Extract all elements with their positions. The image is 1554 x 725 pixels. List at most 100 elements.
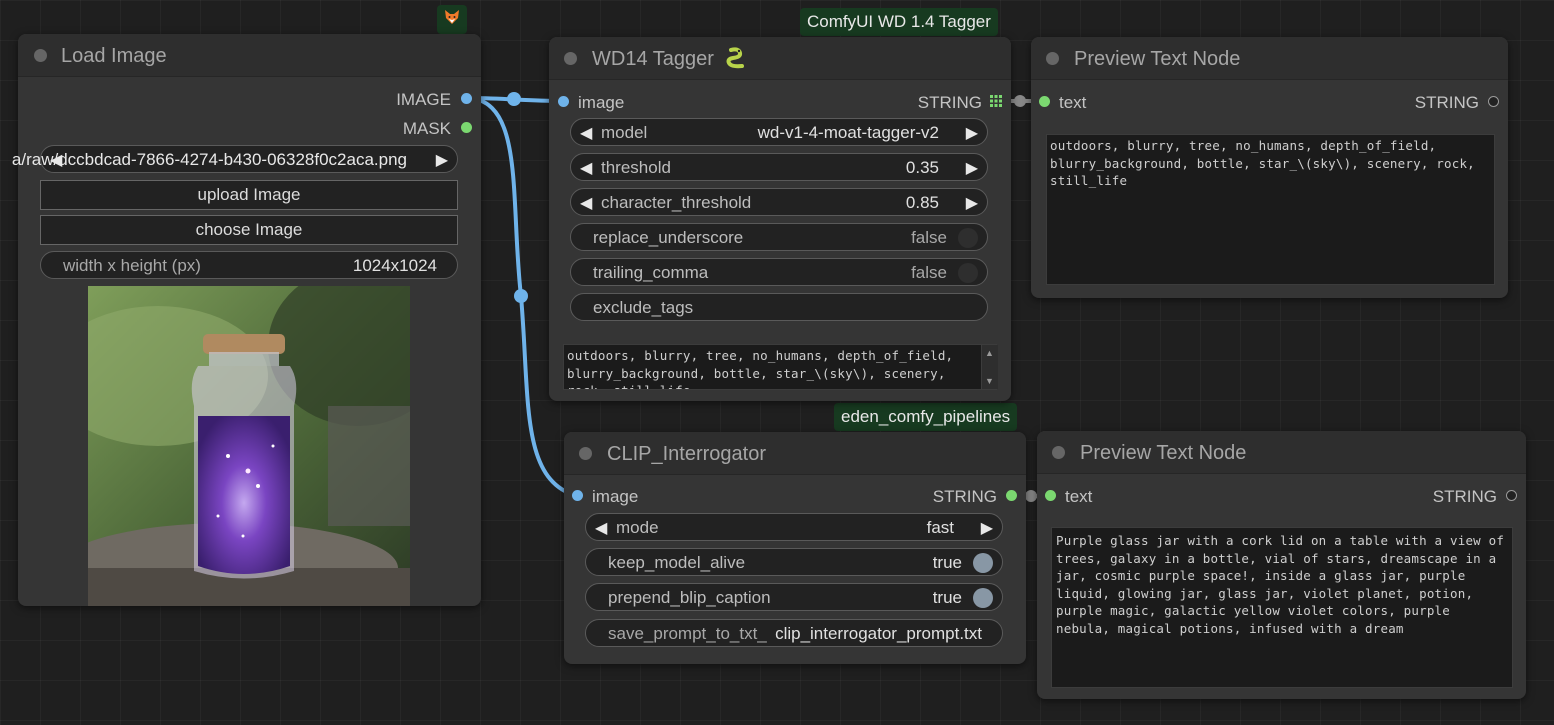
input-image-label: image <box>578 93 625 112</box>
scroll-down-icon[interactable]: ▼ <box>985 376 994 386</box>
input-image-slot[interactable] <box>558 96 569 107</box>
input-image-label: image <box>592 487 639 506</box>
image-preview <box>88 286 410 606</box>
clip-interrogator-node[interactable]: CLIP_Interrogator image STRING ◀ mode fa… <box>564 432 1026 664</box>
arrow-right-icon[interactable]: ▶ <box>966 123 978 143</box>
node-title: Preview Text Node <box>1074 48 1241 70</box>
choose-image-button[interactable]: choose Image <box>40 215 458 245</box>
input-text-slot[interactable] <box>1045 490 1056 501</box>
preview-text-node-2[interactable]: Preview Text Node text STRING Purple gla… <box>1037 431 1526 699</box>
collapse-dot[interactable] <box>1046 52 1059 65</box>
link-midpoint <box>507 92 521 106</box>
input-text-slot[interactable] <box>1039 96 1050 107</box>
node-title-bar[interactable]: Load Image <box>18 34 481 77</box>
character-threshold-number[interactable]: ◀ character_threshold 0.85 ▶ <box>570 188 988 216</box>
image-filename: a/raw/dccbdcad-7866-4274-b430-06328f0c2a… <box>11 150 407 169</box>
threshold-value: 0.35 <box>905 158 939 177</box>
tags-output-text[interactable]: outdoors, blurry, tree, no_humans, depth… <box>563 344 997 390</box>
image-file-combo[interactable]: ◀ a/raw/dccbdcad-7866-4274-b430-06328f0c… <box>12 145 458 173</box>
trailing-comma-value: false <box>911 263 947 282</box>
preview-text-node-1[interactable]: Preview Text Node text STRING outdoors, … <box>1031 37 1508 298</box>
tags-scrollbar[interactable]: ▲ ▼ <box>981 345 998 389</box>
threshold-number[interactable]: ◀ threshold 0.35 ▶ <box>570 153 988 181</box>
output-string-slot[interactable] <box>1488 96 1499 107</box>
collapse-dot[interactable] <box>564 52 577 65</box>
mode-value: fast <box>926 518 954 537</box>
toggle-knob[interactable] <box>958 263 978 283</box>
grid-slot-icon[interactable] <box>990 95 1002 107</box>
model-value: wd-v1-4-moat-tagger-v2 <box>757 123 939 142</box>
prepend-blip-caption-label: prepend_blip_caption <box>608 588 771 607</box>
collapse-dot[interactable] <box>34 49 47 62</box>
save-prompt-value: clip_interrogator_prompt.txt <box>775 624 982 643</box>
scroll-up-icon[interactable]: ▲ <box>985 348 994 358</box>
arrow-right-icon[interactable]: ▶ <box>981 518 993 538</box>
link-midpoint <box>1025 490 1037 502</box>
node-title: Preview Text Node <box>1080 442 1247 464</box>
keep-model-alive-value: true <box>932 553 962 572</box>
node-title-bar[interactable]: WD14 Tagger <box>549 37 1011 80</box>
link-midpoint <box>1014 95 1026 107</box>
output-string-label: STRING <box>1432 487 1497 506</box>
fox-icon <box>445 10 459 24</box>
arrow-right-icon[interactable]: ▶ <box>966 193 978 213</box>
replace-underscore-toggle[interactable]: replace_underscore false <box>570 223 988 251</box>
save-prompt-label: save_prompt_to_txt_ <box>608 624 767 643</box>
replace-underscore-value: false <box>911 228 947 247</box>
input-image-slot[interactable] <box>572 490 583 501</box>
trailing-comma-label: trailing_comma <box>593 263 709 282</box>
output-string-slot[interactable] <box>1506 490 1517 501</box>
toggle-knob[interactable] <box>973 553 993 573</box>
exclude-tags-field[interactable]: exclude_tags <box>570 293 988 321</box>
arrow-left-icon[interactable]: ◀ <box>580 123 592 143</box>
preview-text-area[interactable]: Purple glass jar with a cork lid on a ta… <box>1051 527 1513 688</box>
arrow-left-icon[interactable]: ◀ <box>595 518 607 538</box>
output-string-label: STRING <box>1414 93 1479 112</box>
character-threshold-label: character_threshold <box>601 193 752 212</box>
fox-badge <box>437 5 467 34</box>
node-title: Load Image <box>61 45 167 67</box>
keep-model-alive-label: keep_model_alive <box>608 553 746 572</box>
trailing-comma-toggle[interactable]: trailing_comma false <box>570 258 988 286</box>
arrow-left-icon[interactable]: ◀ <box>580 193 592 213</box>
upload-image-button[interactable]: upload Image <box>40 180 458 210</box>
collapse-dot[interactable] <box>1052 446 1065 459</box>
load-image-node[interactable]: Load Image IMAGE MASK ◀ a/raw/dccbdcad-7… <box>12 34 481 606</box>
node-title-bar[interactable]: Preview Text Node <box>1031 37 1508 80</box>
character-threshold-value: 0.85 <box>905 193 939 212</box>
snake-icon <box>726 47 744 69</box>
output-image-label: IMAGE <box>396 90 451 109</box>
prepend-blip-caption-value: true <box>932 588 962 607</box>
output-image-slot[interactable] <box>461 93 472 104</box>
replace-underscore-label: replace_underscore <box>593 228 744 247</box>
prepend-blip-caption-toggle[interactable]: prepend_blip_caption true <box>585 583 1003 611</box>
toggle-knob[interactable] <box>958 228 978 248</box>
mode-combo[interactable]: ◀ mode fast ▶ <box>585 513 1003 541</box>
node-title: WD14 Tagger <box>592 48 714 70</box>
output-mask-slot[interactable] <box>461 122 472 133</box>
mode-label: mode <box>616 518 659 537</box>
collapse-dot[interactable] <box>579 447 592 460</box>
keep-model-alive-toggle[interactable]: keep_model_alive true <box>585 548 1003 576</box>
node-title-bar[interactable]: Preview Text Node <box>1037 431 1526 474</box>
arrow-right-icon[interactable]: ▶ <box>966 158 978 178</box>
arrow-left-icon[interactable]: ◀ <box>580 158 592 178</box>
node-title-bar[interactable]: CLIP_Interrogator <box>564 432 1026 475</box>
input-text-label: text <box>1059 93 1087 112</box>
preview-text-area[interactable]: outdoors, blurry, tree, no_humans, depth… <box>1046 134 1495 285</box>
input-text-label: text <box>1065 487 1093 506</box>
model-label: model <box>601 123 648 142</box>
wd-tagger-badge: ComfyUI WD 1.4 Tagger <box>800 8 998 36</box>
exclude-tags-label: exclude_tags <box>593 298 694 317</box>
wd14-tagger-node[interactable]: WD14 Tagger image STRING ◀ model wd-v1-4… <box>549 37 1011 401</box>
arrow-right-icon[interactable]: ▶ <box>436 150 448 170</box>
size-label: width x height (px) <box>63 256 201 275</box>
output-string-label: STRING <box>917 93 982 112</box>
size-display: width x height (px) 1024x1024 <box>40 251 458 279</box>
output-string-slot[interactable] <box>1006 490 1017 501</box>
threshold-label: threshold <box>601 158 671 177</box>
save-prompt-field[interactable]: save_prompt_to_txt_ clip_interrogator_pr… <box>585 619 1003 647</box>
size-value: 1024x1024 <box>352 256 437 275</box>
toggle-knob[interactable] <box>973 588 993 608</box>
model-combo[interactable]: ◀ model wd-v1-4-moat-tagger-v2 ▶ <box>570 118 988 146</box>
